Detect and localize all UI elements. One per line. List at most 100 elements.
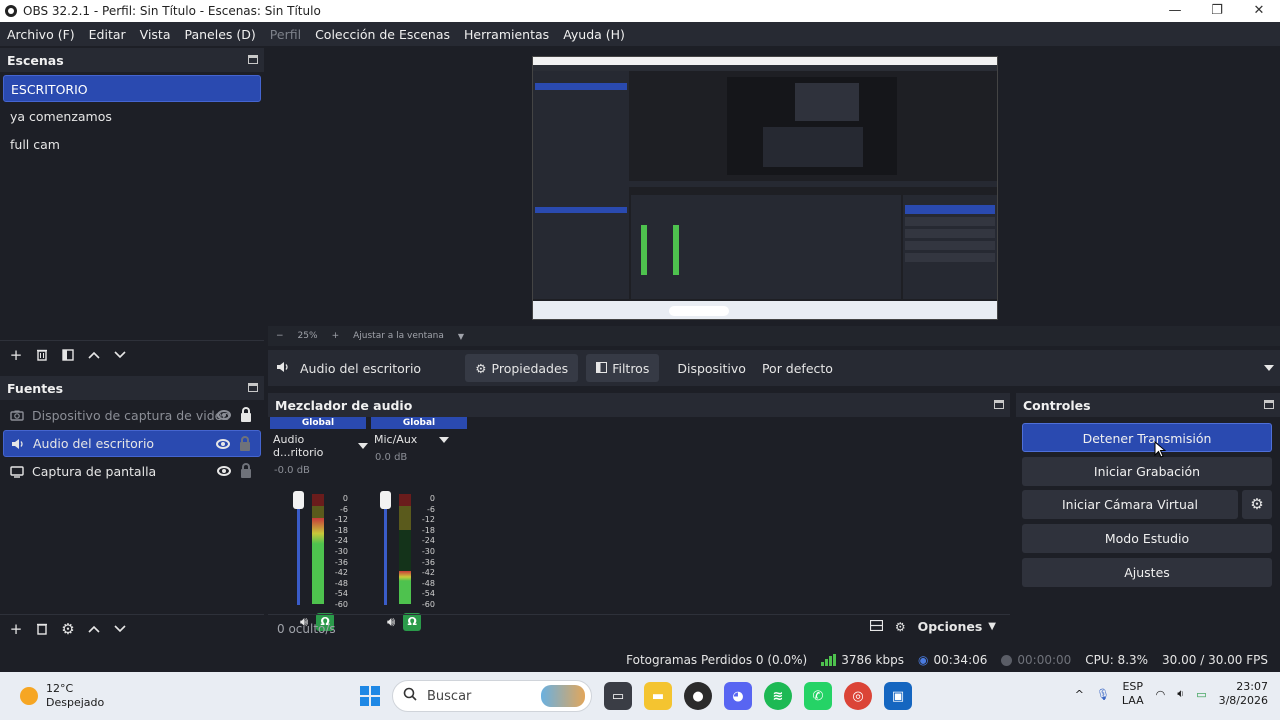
source-item-video-capture[interactable]: Dispositivo de captura de video: [3, 402, 261, 429]
move-scene-down-icon[interactable]: [110, 345, 130, 365]
language-indicator[interactable]: ESP LAA: [1122, 680, 1144, 708]
undock-icon[interactable]: [994, 400, 1004, 409]
filters-button[interactable]: Filtros: [586, 354, 660, 382]
visibility-icon[interactable]: [216, 439, 230, 449]
move-scene-up-icon[interactable]: [84, 345, 104, 365]
spotify-icon[interactable]: ≋: [764, 682, 792, 710]
close-button[interactable]: ✕: [1238, 0, 1280, 22]
menu-archivo[interactable]: Archivo (F): [0, 27, 82, 42]
remove-source-icon[interactable]: [32, 619, 52, 639]
channel-menu-icon[interactable]: [358, 443, 368, 449]
advanced-audio-gear-icon[interactable]: ⚙: [895, 620, 906, 634]
volume-slider-handle[interactable]: [380, 491, 391, 509]
unlock-icon[interactable]: [241, 463, 251, 478]
minimize-button[interactable]: —: [1154, 0, 1196, 22]
menu-paneles[interactable]: Paneles (D): [178, 27, 263, 42]
source-item-desktop-audio[interactable]: Audio del escritorio: [3, 430, 261, 457]
scene-item-ya-comenzamos[interactable]: ya comenzamos: [3, 103, 261, 130]
controls-dock: Controles Detener Transmisión Iniciar Gr…: [1016, 393, 1280, 642]
microphone-icon[interactable]: 🎙︎: [1096, 688, 1110, 701]
menu-coleccion-escenas[interactable]: Colección de Escenas: [308, 27, 457, 42]
meter-scale-tick: -48: [421, 578, 435, 588]
volume-icon[interactable]: 🔉︎: [1177, 687, 1184, 701]
start-virtual-camera-button[interactable]: Iniciar Cámara Virtual: [1022, 490, 1238, 519]
windows-start-icon[interactable]: [360, 686, 380, 706]
wifi-icon[interactable]: ◠: [1156, 688, 1166, 701]
remove-scene-icon[interactable]: [32, 345, 52, 365]
camera-icon: [9, 409, 25, 423]
window-titlebar: OBS 32.2.1 - Perfil: Sin Título - Escena…: [0, 0, 1280, 22]
preview-canvas[interactable]: [268, 48, 1280, 326]
scene-filters-icon[interactable]: [58, 345, 78, 365]
source-label: Audio del escritorio: [33, 436, 155, 451]
preview-zoom-bar: − 25% + Ajustar a la ventana ▼: [268, 326, 1280, 346]
audio-mixer-dock: Mezclador de audio Global Audio d...rito…: [268, 393, 1010, 642]
meter-scale-tick: -18: [334, 525, 348, 535]
volume-slider-track[interactable]: [384, 497, 387, 605]
channel-tag: Global: [270, 417, 366, 429]
stop-streaming-button[interactable]: Detener Transmisión: [1022, 423, 1272, 452]
task-view-icon[interactable]: ▭: [604, 682, 632, 710]
meter-scale-tick: -18: [421, 525, 435, 535]
undock-icon[interactable]: [1264, 400, 1274, 409]
mixer-channel-mic-aux: Global Mic/Aux 0.0 dB 0 -6 -12 -18 -24 -30 -36…: [371, 417, 469, 631]
volume-slider-track[interactable]: [297, 497, 300, 605]
obs-taskbar-icon[interactable]: ●: [684, 682, 712, 710]
layout-toggle-icon[interactable]: [869, 619, 883, 634]
menu-vista[interactable]: Vista: [133, 27, 178, 42]
settings-button[interactable]: Ajustes: [1022, 558, 1272, 587]
cpu-usage: CPU: 8.3%: [1085, 653, 1149, 667]
move-source-up-icon[interactable]: [84, 619, 104, 639]
zoom-dropdown-icon[interactable]: ▼: [458, 332, 464, 341]
mixer-options-button[interactable]: Opciones ▼: [918, 619, 996, 634]
studio-mode-button[interactable]: Modo Estudio: [1022, 524, 1272, 553]
add-source-icon[interactable]: +: [6, 619, 26, 639]
properties-button[interactable]: ⚙ Propiedades: [465, 354, 579, 382]
scene-item-escritorio[interactable]: ESCRITORIO: [3, 75, 261, 102]
chevron-up-icon[interactable]: ^: [1075, 688, 1084, 701]
unlock-icon[interactable]: [240, 436, 250, 451]
scene-list: ESCRITORIO ya comenzamos full cam: [0, 72, 264, 161]
clock[interactable]: 23:07 3/8/2026: [1219, 680, 1268, 708]
file-explorer-icon[interactable]: ▬: [644, 682, 672, 710]
start-recording-button[interactable]: Iniciar Grabación: [1022, 457, 1272, 486]
store-app-icon[interactable]: ▣: [884, 682, 912, 710]
whatsapp-icon[interactable]: ✆: [804, 682, 832, 710]
add-scene-icon[interactable]: +: [6, 345, 26, 365]
zoom-out-icon[interactable]: −: [276, 331, 284, 341]
window-title: OBS 32.2.1 - Perfil: Sin Título - Escena…: [23, 4, 321, 18]
scene-item-full-cam[interactable]: full cam: [3, 131, 261, 158]
meter-scale-tick: -24: [334, 536, 348, 546]
move-source-down-icon[interactable]: [110, 619, 130, 639]
channel-name: Mic/Aux: [374, 433, 418, 446]
battery-icon[interactable]: ▭: [1196, 688, 1206, 701]
visibility-icon[interactable]: [217, 466, 231, 476]
source-item-screen-capture[interactable]: Captura de pantalla: [3, 458, 261, 485]
chrome-icon[interactable]: ◎: [844, 682, 872, 710]
hidden-channels-count[interactable]: 0 oculto/s: [277, 622, 336, 636]
virtual-camera-settings-gear-icon[interactable]: ⚙: [1242, 490, 1272, 519]
zoom-in-icon[interactable]: +: [332, 331, 340, 341]
device-select[interactable]: Por defecto: [753, 354, 1280, 382]
fit-to-window-label[interactable]: Ajustar a la ventana: [353, 331, 444, 341]
weather-widget[interactable]: 12°C Despejado: [20, 682, 104, 710]
meter-scale-tick: -12: [334, 515, 348, 525]
taskbar-search[interactable]: Buscar: [392, 680, 592, 712]
menu-editar[interactable]: Editar: [82, 27, 133, 42]
scenes-title-label: Escenas: [7, 52, 64, 68]
discord-icon[interactable]: ◕: [724, 682, 752, 710]
source-properties-gear-icon[interactable]: ⚙: [58, 619, 78, 639]
undock-icon[interactable]: [248, 383, 258, 392]
menu-ayuda[interactable]: Ayuda (H): [556, 27, 632, 42]
menu-perfil[interactable]: Perfil: [263, 27, 308, 42]
maximize-button[interactable]: ❐: [1196, 0, 1238, 22]
menu-herramientas[interactable]: Herramientas: [457, 27, 556, 42]
volume-slider-handle[interactable]: [293, 491, 304, 509]
lock-icon[interactable]: [241, 407, 251, 422]
sources-toolbar: + ⚙: [0, 614, 264, 642]
channel-menu-icon[interactable]: [439, 436, 450, 443]
meter-scale-tick: 0: [429, 494, 435, 503]
stream-time: 00:34:06: [933, 653, 988, 667]
visibility-hidden-icon[interactable]: [217, 410, 231, 420]
undock-icon[interactable]: [248, 55, 258, 64]
